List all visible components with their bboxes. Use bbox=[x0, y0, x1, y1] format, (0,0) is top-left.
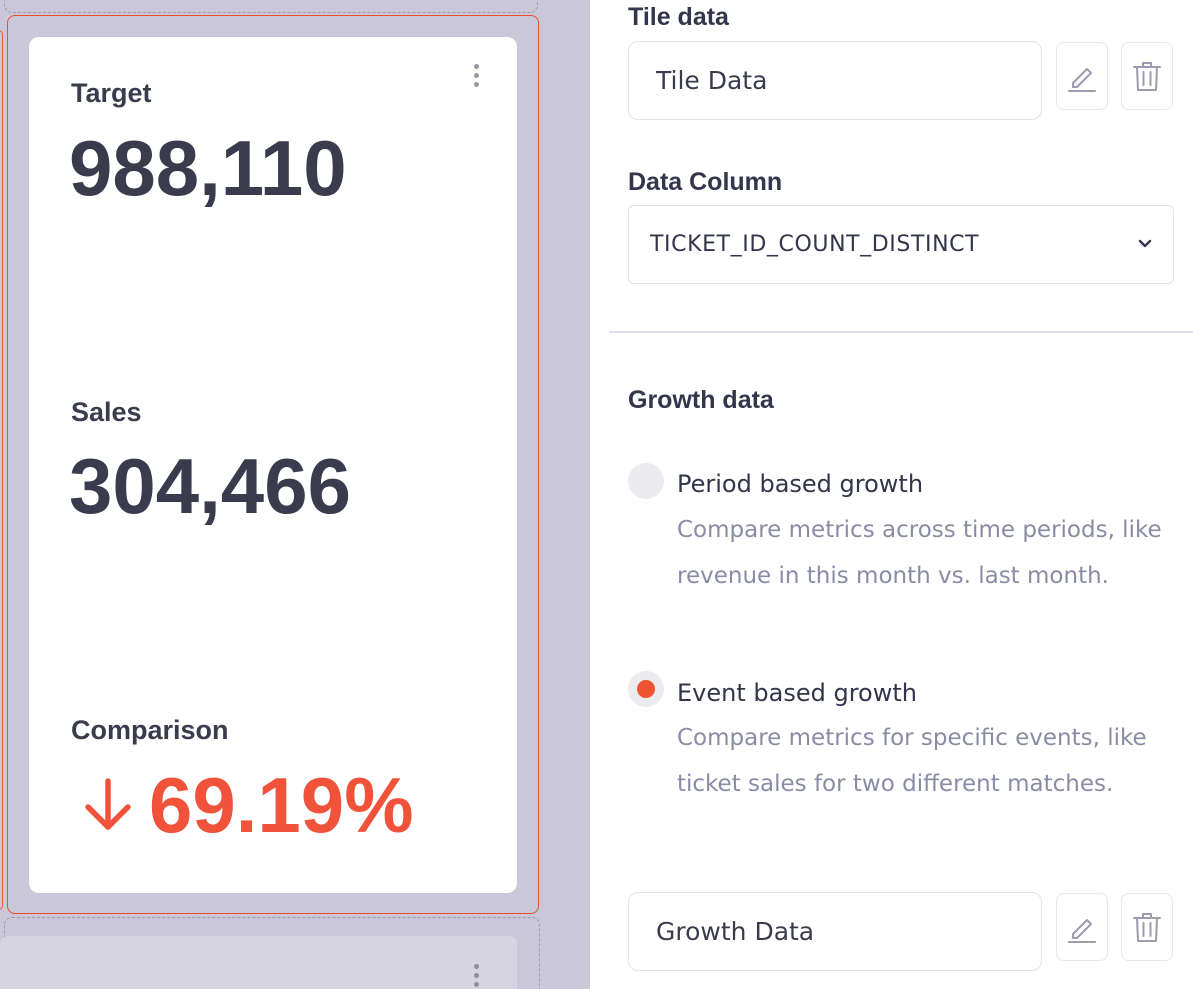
comparison-percentage: 69.19% bbox=[149, 760, 414, 849]
data-column-label: Data Column bbox=[628, 168, 783, 196]
pencil-icon bbox=[1068, 68, 1096, 92]
sales-value: 304,466 bbox=[69, 442, 351, 530]
tile-settings-panel: Tile data Tile Data Data Column TICKET_I… bbox=[590, 0, 1193, 989]
comparison-label: Comparison bbox=[71, 715, 229, 745]
kpi-tile-card[interactable]: Target 988,110 Sales 304,466 Comparison … bbox=[29, 37, 517, 893]
edit-growth-data-button[interactable] bbox=[1056, 893, 1108, 961]
growth-data-input[interactable]: Growth Data bbox=[628, 892, 1042, 971]
delete-tile-data-button[interactable] bbox=[1121, 42, 1173, 110]
event-growth-description: Compare metrics for specific events, lik… bbox=[677, 725, 1147, 797]
trash-icon bbox=[1133, 913, 1161, 942]
period-growth-radio[interactable] bbox=[628, 463, 664, 499]
data-column-selected-value: TICKET_ID_COUNT_DISTINCT bbox=[650, 232, 980, 257]
chevron-down-icon bbox=[1138, 239, 1152, 248]
trash-icon bbox=[1133, 62, 1161, 91]
data-column-select[interactable]: TICKET_ID_COUNT_DISTINCT bbox=[628, 205, 1174, 284]
dashboard-canvas: Target 988,110 Sales 304,466 Comparison … bbox=[0, 0, 590, 989]
period-growth-description: Compare metrics across time periods, lik… bbox=[677, 517, 1162, 589]
growth-data-label: Growth data bbox=[628, 386, 774, 414]
event-growth-radio[interactable] bbox=[628, 671, 664, 707]
tile-menu-icon[interactable] bbox=[469, 61, 483, 91]
pencil-icon bbox=[1068, 919, 1096, 943]
edit-tile-data-button[interactable] bbox=[1056, 42, 1108, 110]
tile-data-input[interactable]: Tile Data bbox=[628, 41, 1042, 120]
section-divider bbox=[609, 331, 1193, 333]
next-tile-menu-icon[interactable] bbox=[472, 962, 482, 989]
adjacent-tile-edge bbox=[0, 30, 3, 910]
tile-data-label: Tile data bbox=[628, 3, 729, 31]
target-label: Target bbox=[71, 78, 152, 108]
delete-growth-data-button[interactable] bbox=[1121, 893, 1173, 961]
target-value: 988,110 bbox=[69, 124, 347, 212]
event-growth-title[interactable]: Event based growth bbox=[677, 679, 917, 707]
arrow-down-icon bbox=[85, 778, 131, 830]
sales-label: Sales bbox=[71, 397, 142, 427]
next-tile-card[interactable] bbox=[0, 936, 517, 989]
comparison-value-row: 69.19% bbox=[81, 761, 414, 849]
period-growth-title[interactable]: Period based growth bbox=[677, 470, 923, 498]
radio-selected-dot bbox=[637, 680, 655, 698]
tile-drop-zone-top bbox=[4, 0, 538, 13]
